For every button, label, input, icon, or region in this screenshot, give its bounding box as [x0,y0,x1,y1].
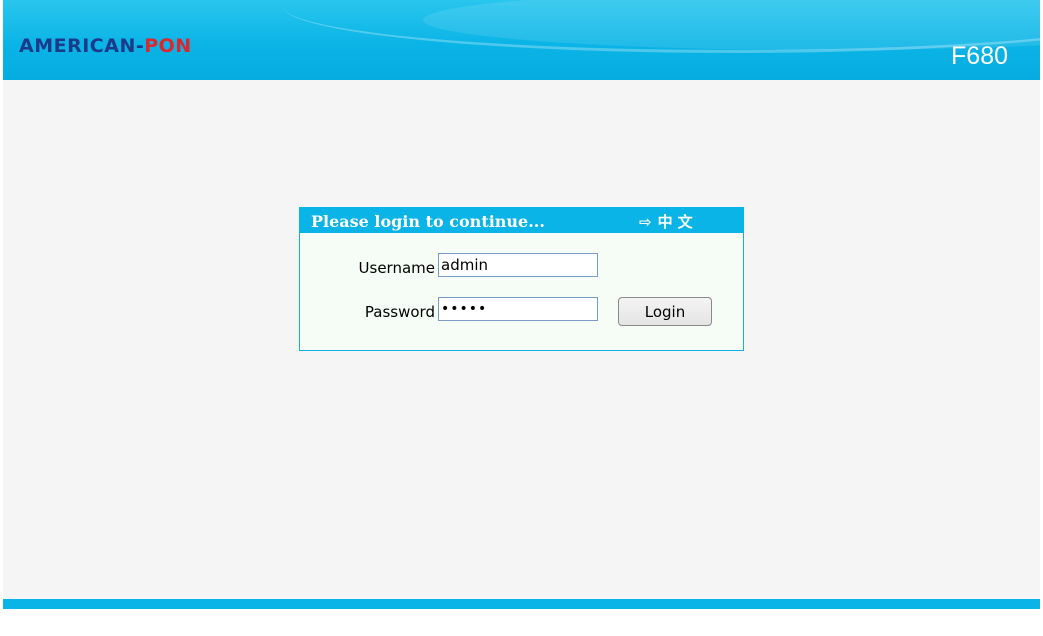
username-input[interactable] [438,253,598,277]
brand-logo: AMERICAN-PON [19,35,192,57]
login-button[interactable]: Login [618,297,712,326]
brand-logo-part2: PON [144,35,192,57]
username-label: Username [358,259,435,277]
device-model: F680 [951,42,1008,70]
router-login-page: AMERICAN-PON F680 Please login to contin… [3,0,1040,636]
login-panel: Please login to continue... ⇨ 中文 Username… [299,207,744,351]
language-switch-link[interactable]: ⇨ 中文 [639,211,698,232]
password-input[interactable] [438,297,598,321]
language-switch-label: 中文 [657,213,698,231]
brand-logo-part1: AMERICAN- [19,35,145,57]
login-panel-title: Please login to continue... [311,212,545,231]
password-label: Password [364,303,435,321]
arrow-right-icon: ⇨ [639,213,652,231]
login-panel-header: Please login to continue... ⇨ 中文 [300,208,743,233]
header-banner: AMERICAN-PON F680 [3,0,1040,80]
footer-bar [3,599,1040,609]
